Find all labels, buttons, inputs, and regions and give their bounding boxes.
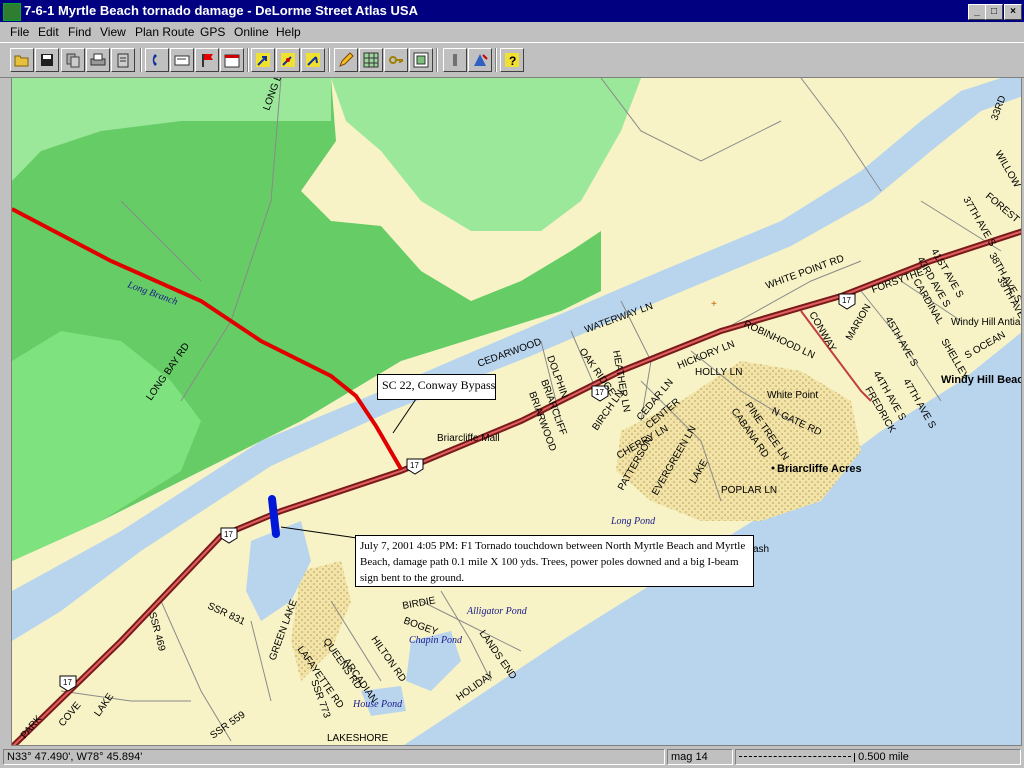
water-label: Chapin Pond bbox=[409, 635, 463, 646]
key-icon[interactable] bbox=[384, 48, 408, 72]
menu-gps[interactable]: GPS bbox=[200, 25, 225, 39]
road-label: POPLAR LN bbox=[721, 485, 777, 496]
toolbar-separator bbox=[328, 48, 330, 72]
toolbar-separator bbox=[495, 48, 497, 72]
menu-help[interactable]: Help bbox=[276, 25, 301, 39]
route-callout[interactable]: SC 22, Conway Bypass bbox=[377, 374, 496, 400]
poi-marker-icon: + bbox=[711, 299, 717, 310]
toolbar-separator bbox=[140, 48, 142, 72]
window-title: 7-6-1 Myrtle Beach tornado damage - DeLo… bbox=[24, 3, 418, 18]
route-via-icon[interactable] bbox=[276, 48, 300, 72]
scale-bar: 0.500 mile bbox=[735, 749, 1021, 765]
water-label: Alligator Pond bbox=[466, 606, 528, 617]
route-start-icon[interactable] bbox=[251, 48, 275, 72]
map-canvas[interactable]: 17 17 17 17 17 Briarcliffe Acres Windy H… bbox=[12, 78, 1022, 746]
calendar-icon[interactable] bbox=[220, 48, 244, 72]
tornado-damage-path[interactable] bbox=[268, 495, 280, 538]
place-label: Briarcliffe Mall bbox=[437, 433, 500, 444]
toolbar-separator bbox=[436, 48, 438, 72]
card-icon[interactable] bbox=[170, 48, 194, 72]
route-end-icon[interactable] bbox=[301, 48, 325, 72]
coordinates-readout: N33° 47.490', W78° 45.894' bbox=[3, 749, 665, 765]
place-label: ash bbox=[753, 544, 769, 555]
road-label: HOLLY LN bbox=[695, 367, 742, 378]
menu-file[interactable]: File bbox=[10, 25, 29, 39]
scale-label: 0.500 mile bbox=[858, 751, 909, 763]
water-label: House Pond bbox=[352, 699, 403, 710]
status-bar: N33° 47.490', W78° 45.894' mag 14 0.500 … bbox=[0, 747, 1024, 768]
svg-text:17: 17 bbox=[224, 530, 233, 539]
app-icon[interactable] bbox=[3, 3, 21, 21]
maximize-button[interactable]: □ bbox=[985, 4, 1003, 20]
svg-text:17: 17 bbox=[63, 678, 72, 687]
clipboard-icon[interactable] bbox=[111, 48, 135, 72]
gps-icon[interactable] bbox=[468, 48, 492, 72]
scale-line bbox=[739, 756, 851, 758]
place-label: White Point bbox=[767, 390, 818, 401]
toolbar-separator bbox=[247, 48, 249, 72]
place-label: Briarcliffe Acres bbox=[777, 463, 862, 475]
toolbar: ? bbox=[0, 42, 1024, 78]
title-bar: 7-6-1 Myrtle Beach tornado damage - DeLo… bbox=[0, 0, 1024, 22]
menu-plan-route[interactable]: Plan Route bbox=[135, 25, 194, 39]
map-view[interactable]: 17 17 17 17 17 Briarcliffe Acres Windy H… bbox=[11, 77, 1022, 746]
svg-text:17: 17 bbox=[410, 461, 419, 470]
place-label: Windy Hill Antia bbox=[951, 317, 1021, 328]
map-grid-icon[interactable] bbox=[359, 48, 383, 72]
menu-find[interactable]: Find bbox=[68, 25, 91, 39]
close-button[interactable]: × bbox=[1004, 4, 1022, 20]
save-disk-icon[interactable] bbox=[35, 48, 59, 72]
road-label: LAKESHORE bbox=[327, 733, 388, 744]
scale-tick bbox=[854, 752, 856, 762]
minimize-button[interactable]: _ bbox=[968, 4, 986, 20]
open-folder-icon[interactable] bbox=[10, 48, 34, 72]
info-icon[interactable] bbox=[443, 48, 467, 72]
copy-icon[interactable] bbox=[61, 48, 85, 72]
overview-map-icon[interactable] bbox=[409, 48, 433, 72]
pencil-icon[interactable] bbox=[334, 48, 358, 72]
place-label: Windy Hill Beac bbox=[941, 374, 1022, 386]
menu-online[interactable]: Online bbox=[234, 25, 269, 39]
flag-icon[interactable] bbox=[195, 48, 219, 72]
tornado-callout[interactable]: July 7, 2001 4:05 PM: F1 Tornado touchdo… bbox=[355, 535, 754, 587]
zoom-level: mag 14 bbox=[667, 749, 733, 765]
help-icon[interactable]: ? bbox=[500, 48, 524, 72]
svg-text:?: ? bbox=[509, 54, 516, 68]
menu-edit[interactable]: Edit bbox=[38, 25, 59, 39]
menu-bar: File Edit Find View Plan Route GPS Onlin… bbox=[0, 22, 1024, 42]
svg-text:17: 17 bbox=[842, 296, 851, 305]
menu-view[interactable]: View bbox=[100, 25, 126, 39]
phone-icon[interactable] bbox=[145, 48, 169, 72]
water-label: Long Pond bbox=[610, 516, 656, 527]
print-icon[interactable] bbox=[86, 48, 110, 72]
